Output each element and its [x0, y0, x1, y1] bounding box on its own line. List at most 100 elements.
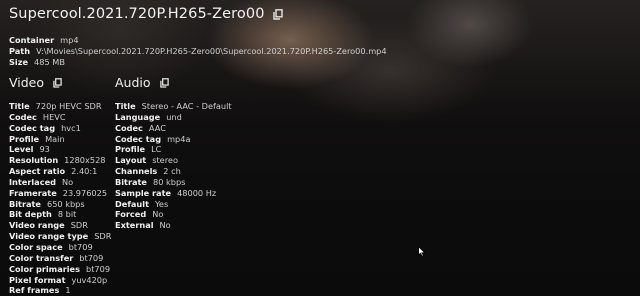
- video-property-row: Profile Main: [9, 134, 111, 145]
- audio-property-value: Yes: [155, 198, 169, 209]
- media-info-panel: Supercool.2021.720P.H265-Zero00 Containe…: [0, 0, 640, 295]
- video-property-key: Bitrate: [9, 198, 41, 209]
- audio-property-value: No: [152, 209, 164, 220]
- audio-property-key: Language: [115, 111, 161, 122]
- audio-property-key: Channels: [115, 166, 158, 177]
- audio-property-value: 80 kbps: [153, 176, 186, 187]
- audio-property-row: Default Yes: [115, 199, 232, 210]
- file-meta-row: Path V:\Movies\Supercool.2021.720P.H265-Z…: [9, 46, 387, 57]
- file-meta-value: 485 MB: [34, 57, 65, 67]
- video-property-value: 23.976025: [62, 187, 108, 198]
- video-header: Video: [9, 75, 62, 90]
- video-property-row: Interlaced No: [9, 177, 111, 188]
- video-property-key: Framerate: [9, 187, 57, 198]
- audio-property-key: Codec: [115, 122, 143, 133]
- audio-header: Audio: [115, 75, 169, 90]
- video-property-value: bt709: [86, 263, 111, 274]
- video-property-value: Main: [45, 133, 65, 144]
- video-property-row: Title 720p HEVC SDR: [9, 101, 111, 112]
- audio-property-row: Layout stereo: [115, 155, 232, 166]
- video-property-key: Aspect ratio: [9, 166, 66, 177]
- audio-property-key: External: [115, 220, 154, 231]
- video-property-key: Bit depth: [9, 209, 52, 220]
- file-meta-key: Container: [9, 35, 55, 45]
- audio-heading: Audio: [115, 75, 151, 90]
- file-meta-value: mp4: [60, 35, 79, 45]
- video-property-key: Title: [9, 101, 30, 111]
- copy-icon[interactable]: [159, 77, 169, 88]
- video-property-key: Interlaced: [9, 176, 56, 187]
- audio-property-key: Codec tag: [115, 133, 162, 144]
- audio-properties: Title Stereo - AAC - Default Language und Co…: [115, 101, 232, 231]
- file-title: Supercool.2021.720P.H265-Zero00: [9, 6, 265, 22]
- video-properties: Title 720p HEVC SDR Codec HEVC Codec tag hvc1…: [9, 101, 111, 296]
- audio-property-value: No: [159, 220, 171, 231]
- video-property-key: Color space: [9, 241, 63, 252]
- file-meta-row: Container mp4: [9, 35, 387, 46]
- video-property-row: Bitrate 650 kbps: [9, 199, 111, 210]
- video-property-row: Color primaries bt709: [9, 264, 111, 275]
- audio-property-row: Language und: [115, 112, 232, 123]
- video-property-value: 1: [65, 285, 71, 296]
- audio-property-value: Stereo - AAC - Default: [141, 101, 232, 111]
- file-meta-key: Size: [9, 57, 29, 67]
- video-property-key: Profile: [9, 133, 40, 144]
- audio-property-value: mp4a: [167, 133, 191, 144]
- audio-property-key: Default: [115, 198, 149, 209]
- file-meta: Container mp4 Path V:\Movies\Supercool.2021…: [9, 35, 387, 68]
- video-property-key: Level: [9, 144, 34, 155]
- audio-property-key: Forced: [115, 209, 147, 220]
- video-property-value: SDR: [70, 220, 88, 231]
- video-property-value: yuv420p: [71, 274, 108, 285]
- video-property-row: Color space bt709: [9, 242, 111, 253]
- video-property-row: Bit depth 8 bit: [9, 209, 111, 220]
- mouse-pointer-icon: [418, 242, 426, 257]
- audio-property-row: Bitrate 80 kbps: [115, 177, 232, 188]
- video-property-row: Ref frames 1: [9, 285, 111, 296]
- audio-property-row: External No: [115, 220, 232, 231]
- audio-property-value: LC: [151, 144, 162, 155]
- video-property-row: Resolution 1280x528: [9, 155, 111, 166]
- audio-property-value: stereo: [152, 155, 178, 166]
- video-heading: Video: [9, 75, 45, 90]
- video-property-key: Pixel format: [9, 274, 66, 285]
- video-property-key: Ref frames: [9, 285, 60, 296]
- video-property-key: Codec: [9, 111, 37, 122]
- audio-property-value: und: [166, 111, 182, 122]
- audio-property-key: Profile: [115, 144, 146, 155]
- audio-property-row: Title Stereo - AAC - Default: [115, 101, 232, 112]
- audio-property-value: 48000 Hz: [177, 187, 217, 198]
- video-property-value: 2.40:1: [71, 166, 98, 177]
- audio-property-key: Title: [115, 101, 136, 111]
- video-property-value: bt709: [68, 241, 93, 252]
- audio-property-row: Channels 2 ch: [115, 166, 232, 177]
- audio-property-value: 2 ch: [163, 166, 181, 177]
- title-row: Supercool.2021.720P.H265-Zero00: [9, 6, 283, 22]
- video-property-key: Codec tag: [9, 122, 56, 133]
- video-property-value: 720p HEVC SDR: [35, 101, 102, 111]
- video-property-row: Codec tag hvc1: [9, 123, 111, 134]
- video-property-row: Level 93: [9, 144, 111, 155]
- video-property-row: Video range type SDR: [9, 231, 111, 242]
- video-property-row: Codec HEVC: [9, 112, 111, 123]
- video-property-value: 650 kbps: [47, 198, 85, 209]
- video-property-key: Video range type: [9, 231, 89, 242]
- video-property-key: Resolution: [9, 155, 59, 166]
- audio-property-key: Bitrate: [115, 176, 147, 187]
- video-property-key: Color primaries: [9, 263, 80, 274]
- copy-icon[interactable]: [272, 8, 283, 20]
- video-property-value: bt709: [79, 252, 104, 263]
- video-property-row: Color transfer bt709: [9, 253, 111, 264]
- video-property-value: SDR: [94, 231, 112, 242]
- video-property-value: HEVC: [42, 111, 66, 122]
- copy-icon[interactable]: [53, 77, 62, 88]
- video-property-row: Framerate 23.976025: [9, 188, 111, 199]
- video-property-value: 1280x528: [64, 155, 106, 166]
- video-property-row: Aspect ratio 2.40:1: [9, 166, 111, 177]
- audio-property-key: Sample rate: [115, 187, 172, 198]
- audio-property-row: Forced No: [115, 209, 232, 220]
- file-meta-row: Size 485 MB: [9, 57, 387, 68]
- video-property-row: Pixel format yuv420p: [9, 275, 111, 286]
- file-meta-value: V:\Movies\Supercool.2021.720P.H265-Zero0…: [36, 46, 387, 56]
- video-property-value: hvc1: [61, 122, 81, 133]
